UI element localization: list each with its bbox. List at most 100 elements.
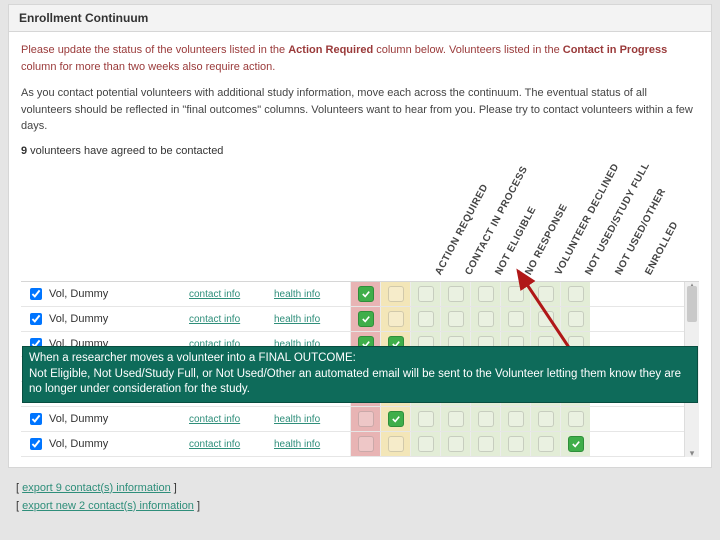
status-toggle[interactable] [388,411,404,427]
status-cell [500,432,530,456]
row-checkbox[interactable] [30,313,42,325]
status-cell [470,282,500,306]
row-checkbox[interactable] [30,413,42,425]
contact-info-link[interactable]: contact info [189,439,240,450]
instruction-primary: Please update the status of the voluntee… [21,42,699,75]
status-cell [560,282,590,306]
status-cell [560,432,590,456]
check-icon [362,290,370,298]
overlay-line: Not Eligible, Not Used/Study Full, or No… [29,367,691,398]
status-cell [530,307,560,331]
column-header: ACTION REQUIRED [433,182,490,277]
status-cell [410,282,440,306]
status-toggle[interactable] [538,436,554,452]
bracket: ] [171,482,177,494]
export-contacts-link[interactable]: export 9 contact(s) information [22,482,171,494]
status-cell [380,282,410,306]
status-toggle[interactable] [568,311,584,327]
status-cell [410,307,440,331]
status-toggle[interactable] [388,436,404,452]
overlay-line: When a researcher moves a volunteer into… [29,351,691,367]
status-toggle[interactable] [508,436,524,452]
count-text: volunteers have agreed to be contacted [27,145,223,157]
status-toggle[interactable] [388,286,404,302]
volunteer-count: 9 volunteers have agreed to be contacted [21,145,699,157]
status-toggle[interactable] [418,436,434,452]
text: Please update the status of the voluntee… [21,44,288,56]
export-new-contacts-link[interactable]: export new 2 contact(s) information [22,500,194,512]
volunteer-name: Vol, Dummy [49,313,189,325]
panel-title: Enrollment Continuum [9,5,711,32]
status-cell [530,432,560,456]
volunteer-name: Vol, Dummy [49,413,189,425]
text-bold: Contact in Progress [563,44,668,56]
check-icon [572,440,580,448]
column-headers: ACTION REQUIREDCONTACT IN PROCESSNOT ELI… [21,161,699,281]
status-cell [350,282,380,306]
health-info-link[interactable]: health info [274,439,320,450]
status-toggle[interactable] [448,286,464,302]
status-toggle[interactable] [448,411,464,427]
check-icon [362,315,370,323]
volunteer-name: Vol, Dummy [49,438,189,450]
status-cell [380,307,410,331]
status-cell [350,432,380,456]
status-cell [440,407,470,431]
health-info-link[interactable]: health info [274,314,320,325]
status-toggle[interactable] [418,286,434,302]
status-toggle[interactable] [508,286,524,302]
status-toggle[interactable] [568,286,584,302]
scroll-thumb[interactable] [687,286,697,322]
status-toggle[interactable] [418,411,434,427]
check-icon [392,415,400,423]
status-cell [470,432,500,456]
status-toggle[interactable] [478,286,494,302]
scroll-down-icon[interactable]: ▾ [685,448,699,459]
status-cell [530,282,560,306]
status-cell [380,407,410,431]
status-toggle[interactable] [478,411,494,427]
table-row: Vol, Dummycontact infohealth info [21,282,684,307]
status-toggle[interactable] [568,411,584,427]
status-cell [440,432,470,456]
status-toggle[interactable] [538,311,554,327]
status-cell [350,407,380,431]
status-cell [440,282,470,306]
text: column for more than two weeks also requ… [21,61,275,73]
status-toggle[interactable] [358,311,374,327]
status-cell [410,432,440,456]
status-toggle[interactable] [538,411,554,427]
status-toggle[interactable] [358,411,374,427]
status-toggle[interactable] [448,311,464,327]
row-checkbox[interactable] [30,438,42,450]
text: column below. Volunteers listed in the [373,44,563,56]
status-toggle[interactable] [358,436,374,452]
status-cell [560,307,590,331]
status-cell [560,407,590,431]
health-info-link[interactable]: health info [274,289,320,300]
contact-info-link[interactable]: contact info [189,414,240,425]
table-row: Vol, Dummycontact info health info [21,307,684,332]
row-checkbox[interactable] [30,288,42,300]
status-toggle[interactable] [358,286,374,302]
status-toggle[interactable] [568,436,584,452]
status-toggle[interactable] [448,436,464,452]
status-toggle[interactable] [478,311,494,327]
status-toggle[interactable] [418,311,434,327]
status-cell [500,282,530,306]
status-toggle[interactable] [478,436,494,452]
status-toggle[interactable] [538,286,554,302]
export-links: [ export 9 contact(s) information ] [ ex… [16,482,720,518]
status-toggle[interactable] [388,311,404,327]
status-cell [470,407,500,431]
status-toggle[interactable] [508,411,524,427]
contact-info-link[interactable]: contact info [189,314,240,325]
status-cell [470,307,500,331]
bracket: ] [194,500,200,512]
status-toggle[interactable] [508,311,524,327]
status-cell [500,307,530,331]
health-info-link[interactable]: health info [274,414,320,425]
instruction-secondary: As you contact potential volunteers with… [21,85,699,135]
contact-info-link[interactable]: contact info [189,289,240,300]
table-row: Vol, Dummycontact info health info [21,407,684,432]
